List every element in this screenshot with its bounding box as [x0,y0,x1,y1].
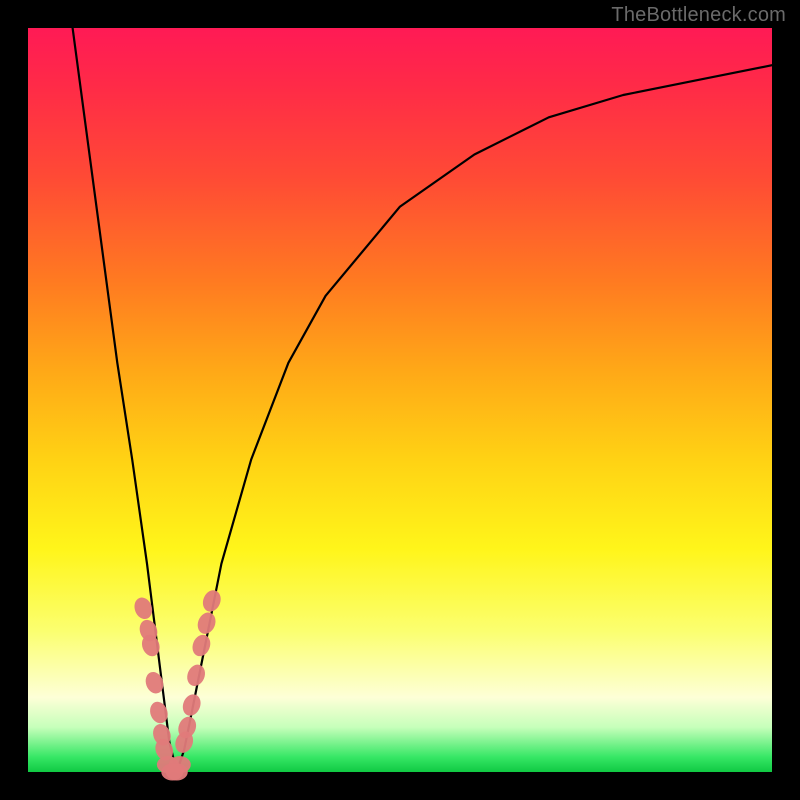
data-bead [180,692,204,719]
data-bead [200,588,224,615]
chart-frame: TheBottleneck.com [0,0,800,800]
data-bead [184,662,208,689]
data-bead [195,610,219,637]
sample-points-bottom [157,756,191,780]
plot-area [28,28,772,772]
bottleneck-curve [73,28,772,772]
curve-line [73,28,772,772]
data-bead [189,632,213,659]
data-bead [169,756,191,773]
chart-svg [28,28,772,772]
sample-points-right [172,588,224,756]
watermark-text: TheBottleneck.com [611,4,786,27]
